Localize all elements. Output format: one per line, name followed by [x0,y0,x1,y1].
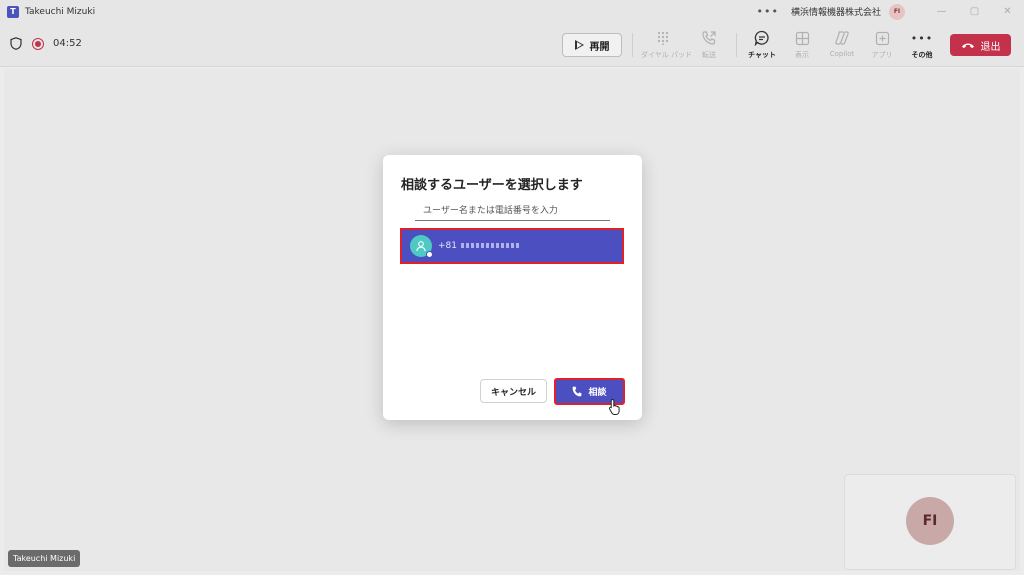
consult-label: 相談 [588,388,607,398]
redacted-number [461,243,521,248]
leave-button[interactable]: 退出 [950,34,1011,56]
search-result-item[interactable]: +81 [400,228,624,264]
copilot-icon [835,31,849,45]
call-toolbar: 04:52 再開 ダイヤル パッド 転送 チャット 表示 Copilot アプリ… [0,23,1024,67]
title-bar: T Takeuchi Mizuki ••• 横浜情報機器株式会社 FI — ▢ … [0,0,1024,23]
dialog-title: 相談するユーザーを選択します [401,178,583,193]
close-button[interactable]: ✕ [991,6,1024,17]
more-dots-icon: ••• [910,31,934,45]
contact-avatar [410,235,433,258]
teams-logo-icon: T [7,5,19,18]
chat-button[interactable]: チャット [740,29,784,60]
toolbar-divider [632,33,633,57]
self-avatar: FI [906,497,954,545]
profile-avatar[interactable]: FI [889,3,905,20]
apps-icon [875,31,889,45]
person-icon [416,241,426,252]
transfer-button[interactable]: 転送 [687,29,731,60]
more-options-button[interactable]: ••• [757,5,779,18]
cancel-button[interactable]: キャンセル [480,379,547,403]
window-title: Takeuchi Mizuki [25,6,96,17]
view-label: 表示 [795,51,809,59]
dialpad-button[interactable]: ダイヤル パッド [641,29,693,60]
maximize-button[interactable]: ▢ [958,6,991,17]
view-icon [795,31,809,45]
chat-label: チャット [748,51,776,59]
consult-dialog: 相談するユーザーを選択します +81 キャンセル 相談 [383,155,642,420]
apps-label: アプリ [871,51,893,59]
organization-name[interactable]: 横浜情報機器株式会社 [791,5,881,18]
copilot-label: Copilot [829,50,855,58]
chat-icon [754,30,769,46]
presence-dot [426,251,433,258]
transfer-icon [702,31,716,45]
more-label: その他 [911,51,933,59]
phone-icon [573,386,582,397]
participant-name-tag: Takeuchi Mizuki [8,550,81,567]
play-icon [574,40,584,50]
hangup-icon [961,43,974,48]
toolbar-divider [736,33,737,57]
transfer-label: 転送 [702,51,716,59]
dialpad-icon [657,31,669,45]
more-button[interactable]: ••• その他 [900,29,944,60]
minimize-button[interactable]: — [925,6,958,17]
recording-icon [32,37,44,50]
shield-icon [10,37,22,50]
call-timer: 04:52 [53,38,82,49]
view-button[interactable]: 表示 [780,29,824,60]
hand-cursor-icon [608,398,620,415]
resume-button[interactable]: 再開 [562,33,622,57]
resume-label: 再開 [589,41,610,53]
phone-prefix: +81 [438,241,457,251]
copilot-button[interactable]: Copilot [820,29,864,58]
user-search-input[interactable] [415,202,610,221]
phone-number: +81 [438,241,521,251]
leave-label: 退出 [980,41,1001,53]
dialpad-label: ダイヤル パッド [641,51,693,59]
apps-button[interactable]: アプリ [860,29,904,60]
